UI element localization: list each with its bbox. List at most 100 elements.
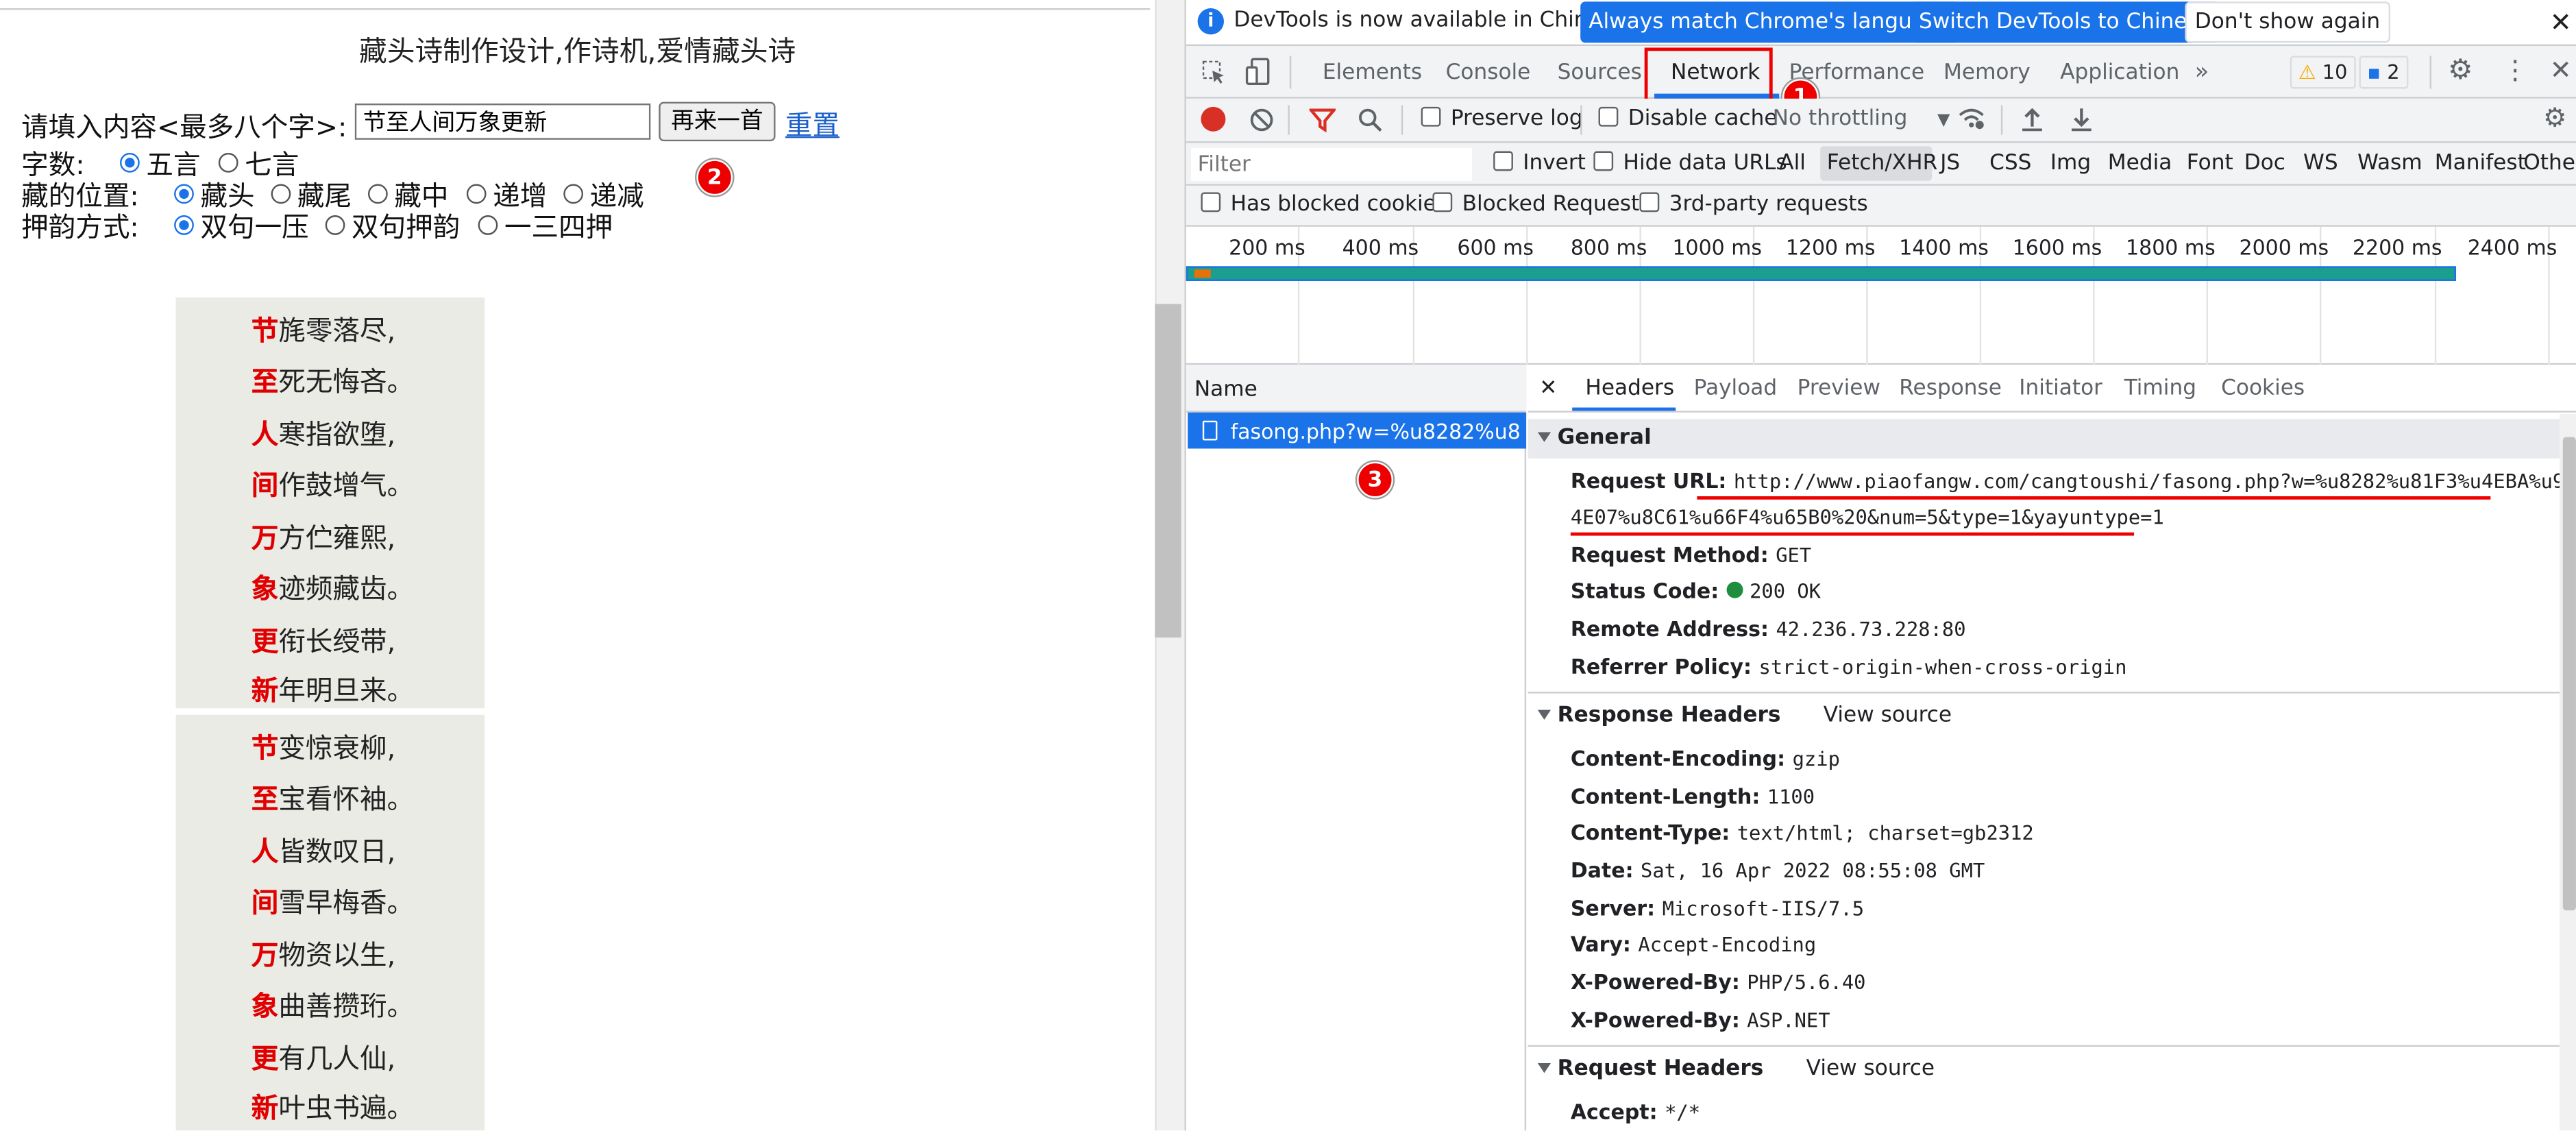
response-header-row: Content-Encoding: gzip [1570, 746, 1840, 771]
network-conditions-icon[interactable] [1956, 105, 1986, 131]
detail-scrollbar-thumb[interactable] [2562, 437, 2576, 911]
view-source-link[interactable]: View source [1824, 703, 1952, 728]
type-filter-wasm[interactable]: Wasm [2357, 151, 2422, 176]
tab-response[interactable]: Response [1899, 376, 2002, 401]
match-language-button[interactable]: Always match Chrome's language [1580, 1, 1960, 43]
dont-show-again-button[interactable]: Don't show again [2185, 1, 2390, 43]
network-settings-icon[interactable]: ⚙ [2543, 104, 2566, 131]
more-tabs-icon[interactable]: » [2195, 59, 2209, 85]
radio[interactable] [563, 184, 584, 204]
radio[interactable] [466, 184, 487, 204]
tab-cookies[interactable]: Cookies [2221, 376, 2305, 401]
radio[interactable] [478, 215, 498, 235]
radio-selected[interactable] [120, 152, 140, 173]
tab-initiator[interactable]: Initiator [2019, 376, 2102, 401]
type-filter-css[interactable]: CSS [1989, 151, 2031, 176]
close-devtools-icon[interactable]: ✕ [2550, 57, 2572, 84]
radio[interactable] [325, 215, 345, 235]
active-detail-tab-indicator [1572, 407, 1676, 411]
gear-icon[interactable]: ⚙ [2448, 57, 2473, 85]
type-filter-other[interactable]: Other [2523, 151, 2576, 176]
warning-icon: ⚠ [2298, 60, 2316, 84]
clear-icon[interactable] [1249, 107, 1275, 133]
type-filter-fetch-xhr[interactable]: Fetch/XHR [1827, 151, 1937, 176]
import-har-icon[interactable] [2021, 105, 2044, 132]
inspect-element-icon[interactable] [1201, 59, 1227, 85]
hide-data-urls-checkbox[interactable]: Hide data URLs [1593, 151, 1787, 176]
throttling-select[interactable]: No throttling ▼ [1773, 107, 1950, 132]
tab-sources[interactable]: Sources [1558, 61, 1642, 86]
type-filter-ws[interactable]: WS [2303, 151, 2338, 176]
dropdown-arrow-icon: ▼ [1937, 112, 1950, 130]
general-section-header[interactable]: General [1528, 419, 2563, 459]
close-detail-icon[interactable]: ✕ [1539, 376, 1557, 402]
view-source-link[interactable]: View source [1806, 1056, 1935, 1081]
poem-block: 节旄零落尽, 至死无悔吝。 人寒指欲堕, 间作鼓增气。 万方伫雍熙, 象迹频藏齿… [175, 297, 485, 709]
poem-line: 至宝看怀袖。 [251, 783, 415, 816]
divider [2000, 105, 2003, 135]
record-icon[interactable] [1201, 106, 1226, 132]
page-scrollbar-thumb[interactable] [1155, 304, 1181, 638]
devtools-panel: i DevTools is now available in Chinese! … [1184, 0, 2576, 1131]
request-url-row: Request URL: http://www.piaofangw.com/ca… [1570, 468, 2576, 494]
reset-link[interactable]: 重置 [785, 104, 839, 143]
search-icon[interactable] [1357, 107, 1383, 133]
poem-line: 节变惊衰柳, [251, 733, 396, 764]
tab-payload[interactable]: Payload [1694, 376, 1778, 401]
tab-application[interactable]: Application [2060, 61, 2179, 86]
rhyme-option-1[interactable]: 双句一压 [174, 206, 309, 245]
type-filter-all[interactable]: All [1779, 151, 1806, 176]
radio-selected[interactable] [174, 184, 194, 204]
option-label: 一三四押 [504, 212, 613, 243]
blocked-cookies-checkbox[interactable]: Has blocked cookies [1201, 192, 1447, 217]
tab-console[interactable]: Console [1446, 61, 1531, 86]
messages-counter[interactable]: ▪ 2 [2359, 56, 2408, 89]
tab-elements[interactable]: Elements [1323, 61, 1422, 86]
tab-timing[interactable]: Timing [2124, 376, 2196, 401]
type-filter-img[interactable]: Img [2050, 151, 2091, 176]
poem-line: 间雪早梅香。 [251, 887, 415, 919]
timeline-tick: 1400 ms [1899, 234, 1989, 260]
url-underline [1697, 496, 2491, 500]
type-filter-doc[interactable]: Doc [2244, 151, 2285, 176]
type-filter-font[interactable]: Font [2187, 151, 2233, 176]
filter-input[interactable] [1191, 147, 1472, 181]
rhyme-option-3[interactable]: 一三四押 [478, 206, 613, 245]
again-button[interactable]: 再来一首 [659, 101, 776, 142]
type-filter-js[interactable]: JS [1940, 151, 1960, 176]
preserve-log-checkbox[interactable]: Preserve log [1421, 106, 1583, 132]
tab-preview[interactable]: Preview [1798, 376, 1880, 401]
timeline-tick: 1800 ms [2126, 234, 2216, 260]
third-party-checkbox[interactable]: 3rd-party requests [1639, 192, 1868, 217]
tab-headers[interactable]: Headers [1585, 376, 1674, 401]
invert-checkbox[interactable]: Invert [1493, 151, 1586, 176]
poem-line: 象曲善攒珩。 [251, 990, 415, 1023]
content-input[interactable] [354, 104, 651, 140]
close-icon[interactable]: ✕ [2550, 9, 2572, 36]
radio[interactable] [218, 152, 238, 173]
request-headers-section-header[interactable]: Request Headers View source [1528, 1050, 2562, 1090]
request-name[interactable]: fasong.php?w=%u8282%u81... [1231, 419, 1520, 443]
radio-selected[interactable] [174, 215, 194, 235]
status-ok-icon [1726, 581, 1743, 598]
tab-memory[interactable]: Memory [1943, 61, 2031, 86]
type-filter-media[interactable]: Media [2108, 151, 2172, 176]
poem-line: 万物资以生, [251, 940, 396, 971]
switch-language-button[interactable]: Switch DevTools to Chinese [1911, 1, 2220, 43]
warnings-counter[interactable]: ⚠ 10 [2290, 56, 2356, 89]
export-har-icon[interactable] [2070, 105, 2094, 132]
response-headers-section-header[interactable]: Response Headers View source [1528, 696, 2562, 736]
radio[interactable] [367, 184, 388, 204]
radio[interactable] [271, 184, 291, 204]
name-column-header[interactable]: Name [1194, 378, 1258, 402]
filter-icon[interactable] [1309, 107, 1336, 133]
rhyme-option-2[interactable]: 双句押韵 [325, 206, 460, 245]
kebab-menu-icon[interactable]: ⋮ [2502, 57, 2528, 84]
type-filter-manifest[interactable]: Manifest [2435, 151, 2526, 176]
web-page: 藏头诗制作设计,作诗机,爱情藏头诗 请填入内容<最多八个字>: 再来一首 重置 … [0, 0, 1155, 1131]
timeline-tick: 800 ms [1570, 234, 1647, 260]
blocked-requests-checkbox[interactable]: Blocked Requests [1432, 192, 1651, 217]
disable-cache-checkbox[interactable]: Disable cache [1598, 106, 1778, 132]
device-toolbar-icon[interactable] [1245, 58, 1271, 87]
annotation-badge-2: 2 [696, 159, 733, 196]
